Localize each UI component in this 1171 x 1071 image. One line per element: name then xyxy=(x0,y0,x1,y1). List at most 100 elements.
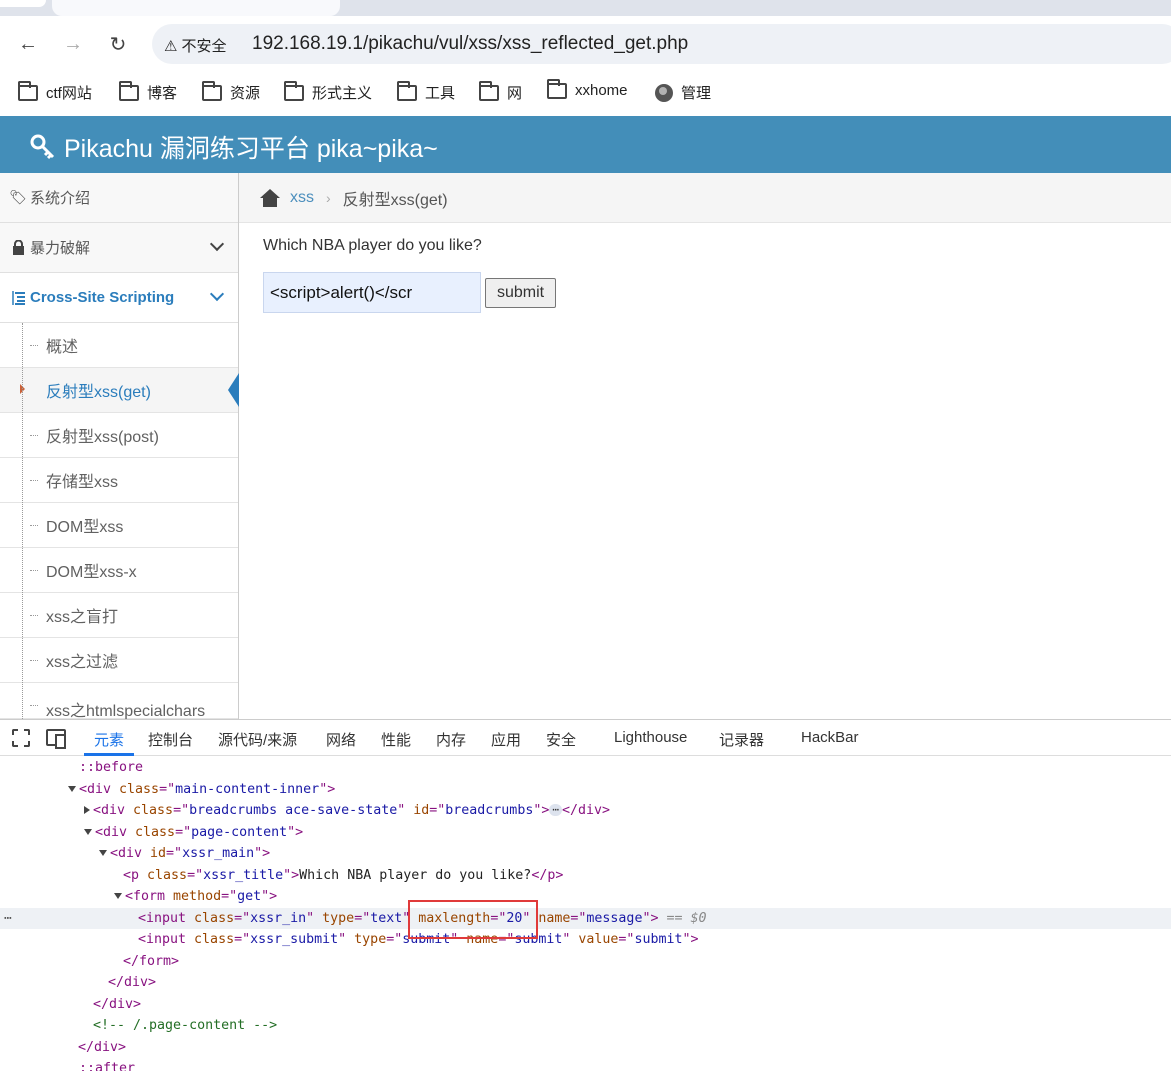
tab-inactive[interactable] xyxy=(0,0,46,7)
back-icon[interactable]: ← xyxy=(14,30,42,58)
dom-node-input-selected[interactable]: ⋯ <input class="xssr_in" type="text" maxl… xyxy=(0,907,1171,930)
more-options-icon[interactable]: ⋯ xyxy=(4,908,12,930)
bookmark-label: xxhome xyxy=(575,82,628,99)
node-text: Which NBA player do you like? xyxy=(299,867,532,883)
submenu-item-reflected-post[interactable]: 反射型xss(post) xyxy=(0,413,238,458)
pseudo-label: ::before xyxy=(79,760,144,775)
sidebar-item-label: 暴力破解 xyxy=(30,240,91,257)
active-indicator xyxy=(228,373,239,407)
home-icon[interactable] xyxy=(259,188,281,207)
bookmarks-bar: ctf网站 博客 资源 形式主义 工具 网 xxhome 管理 xyxy=(0,72,1171,116)
dom-node-xssr-title[interactable]: <p class="xssr_title">Which NBA player d… xyxy=(0,865,1171,887)
dom-node-page-content[interactable]: <div class="page-content"> xyxy=(0,822,1171,844)
dom-node-main-content-inner[interactable]: <div class="main-content-inner"> xyxy=(0,779,1171,801)
sidebar-item-bruteforce[interactable]: 暴力破解 xyxy=(0,223,238,273)
attr-value: xssr_main xyxy=(182,846,255,861)
tab-recorder[interactable]: 记录器 xyxy=(719,729,764,750)
submenu-label: 反射型xss(post) xyxy=(46,429,159,446)
dom-node-breadcrumbs[interactable]: <div class="breadcrumbs ace-save-state" … xyxy=(0,800,1171,822)
submenu-item-dom[interactable]: DOM型xss xyxy=(0,503,238,548)
address-bar[interactable]: ⚠ 不安全 192.168.19.1/pikachu/vul/xss/xss_r… xyxy=(152,24,1171,64)
submenu-item-stored[interactable]: 存储型xss xyxy=(0,458,238,503)
bookmark-xxhome[interactable]: xxhome xyxy=(547,78,628,99)
bookmark-resources[interactable]: 资源 xyxy=(202,80,260,103)
bookmark-label: ctf网站 xyxy=(46,85,92,102)
tab-security[interactable]: 安全 xyxy=(546,729,576,750)
tab-active[interactable] xyxy=(52,0,340,16)
tab-performance[interactable]: 性能 xyxy=(381,729,411,750)
expand-arrow-icon[interactable] xyxy=(99,850,107,856)
submenu-item-overview[interactable]: 概述 xyxy=(0,323,238,368)
dom-tree: ::before <div class="main-content-inner"… xyxy=(0,757,1171,1071)
browser-toolbar: ← → ↻ ⚠ 不安全 192.168.19.1/pikachu/vul/xss… xyxy=(0,16,1171,72)
submenu-label: DOM型xss xyxy=(46,519,124,536)
bookmark-admin[interactable]: 管理 xyxy=(655,82,711,103)
submenu-item-dom-x[interactable]: DOM型xss-x xyxy=(0,548,238,593)
attr-value: text xyxy=(370,910,403,926)
tags-icon: 🏷 xyxy=(9,189,27,205)
message-input[interactable] xyxy=(263,272,481,313)
breadcrumb-separator: › xyxy=(326,189,331,206)
tab-application[interactable]: 应用 xyxy=(491,729,521,750)
dom-node-div-close[interactable]: </div> xyxy=(0,1037,1171,1059)
submenu-label: xss之盲打 xyxy=(46,609,119,626)
sidebar-item-intro[interactable]: 🏷 系统介绍 xyxy=(0,173,238,223)
device-toolbar-icon[interactable] xyxy=(46,729,66,749)
submenu-item-reflected-get[interactable]: 反射型xss(get) xyxy=(0,368,239,413)
dom-node-submit[interactable]: <input class="xssr_submit" type="submit"… xyxy=(0,929,1171,951)
bookmark-label: 管理 xyxy=(681,85,712,102)
folder-icon xyxy=(284,80,304,101)
dom-node-comment[interactable]: <!-- /.page-content --> xyxy=(0,1015,1171,1037)
submit-button[interactable]: submit xyxy=(485,278,556,308)
dom-node-div-close[interactable]: </div> xyxy=(0,972,1171,994)
sidebar-item-xss[interactable]: Cross-Site Scripting xyxy=(0,273,238,323)
bookmark-ctf[interactable]: ctf网站 xyxy=(18,80,92,103)
list-icon xyxy=(8,290,28,306)
tab-sources[interactable]: 源代码/来源 xyxy=(218,729,297,750)
bookmark-tools[interactable]: 工具 xyxy=(397,80,455,103)
tab-console[interactable]: 控制台 xyxy=(148,729,193,750)
dom-node-form-close[interactable]: </form> xyxy=(0,951,1171,973)
globe-icon xyxy=(655,83,673,102)
submenu-label: xss之过滤 xyxy=(46,654,119,671)
submenu-label: 概述 xyxy=(46,339,79,356)
expand-arrow-icon[interactable] xyxy=(114,893,122,899)
attr-value: breadcrumbs xyxy=(445,803,534,818)
tab-elements[interactable]: 元素 xyxy=(94,729,124,750)
dom-node-after[interactable]: ::after xyxy=(0,1058,1171,1071)
dom-node-div-close[interactable]: </div> xyxy=(0,994,1171,1016)
ellipsis-icon[interactable]: ⋯ xyxy=(549,804,562,816)
bookmark-net[interactable]: 网 xyxy=(479,80,522,103)
attr-value: get xyxy=(237,889,262,904)
attr-value: xssr_submit xyxy=(250,932,339,947)
folder-icon xyxy=(479,80,499,101)
bookmark-label: 形式主义 xyxy=(312,85,373,102)
expand-arrow-icon[interactable] xyxy=(68,785,76,792)
tab-hackbar[interactable]: HackBar xyxy=(801,729,859,746)
folder-icon xyxy=(119,80,139,101)
tab-lighthouse[interactable]: Lighthouse xyxy=(614,729,687,746)
attr-value: submit xyxy=(634,932,683,947)
dom-node-xssr-main[interactable]: <div id="xssr_main"> xyxy=(0,843,1171,865)
submenu-item-htmlspecialchars[interactable]: xss之htmlspecialchars xyxy=(0,683,238,720)
app-title-link[interactable]: Pikachu 漏洞练习平台 pika~pika~ xyxy=(30,129,438,165)
submenu-item-filter[interactable]: xss之过滤 xyxy=(0,638,238,683)
dom-node-form[interactable]: <form method="get"> xyxy=(0,886,1171,908)
tab-network[interactable]: 网络 xyxy=(326,729,356,750)
reload-icon[interactable]: ↻ xyxy=(104,30,132,58)
bookmark-blog[interactable]: 博客 xyxy=(119,80,177,103)
url-text[interactable]: 192.168.19.1/pikachu/vul/xss/xss_reflect… xyxy=(252,33,688,55)
dom-node-before[interactable]: ::before xyxy=(0,757,1171,779)
submenu-item-blind[interactable]: xss之盲打 xyxy=(0,593,238,638)
key-icon xyxy=(30,134,55,160)
collapse-arrow-icon[interactable] xyxy=(84,806,90,814)
expand-arrow-icon[interactable] xyxy=(84,828,92,835)
breadcrumb-link-xss[interactable]: xss xyxy=(290,189,314,207)
tab-memory[interactable]: 内存 xyxy=(436,729,466,750)
attr-value: message xyxy=(586,910,643,926)
security-indicator[interactable]: ⚠ 不安全 xyxy=(164,35,226,56)
forward-icon[interactable]: → xyxy=(59,30,87,58)
comment-text: <!-- /.page-content --> xyxy=(93,1018,278,1033)
bookmark-formalism[interactable]: 形式主义 xyxy=(284,80,373,103)
inspect-element-icon[interactable] xyxy=(12,729,30,747)
